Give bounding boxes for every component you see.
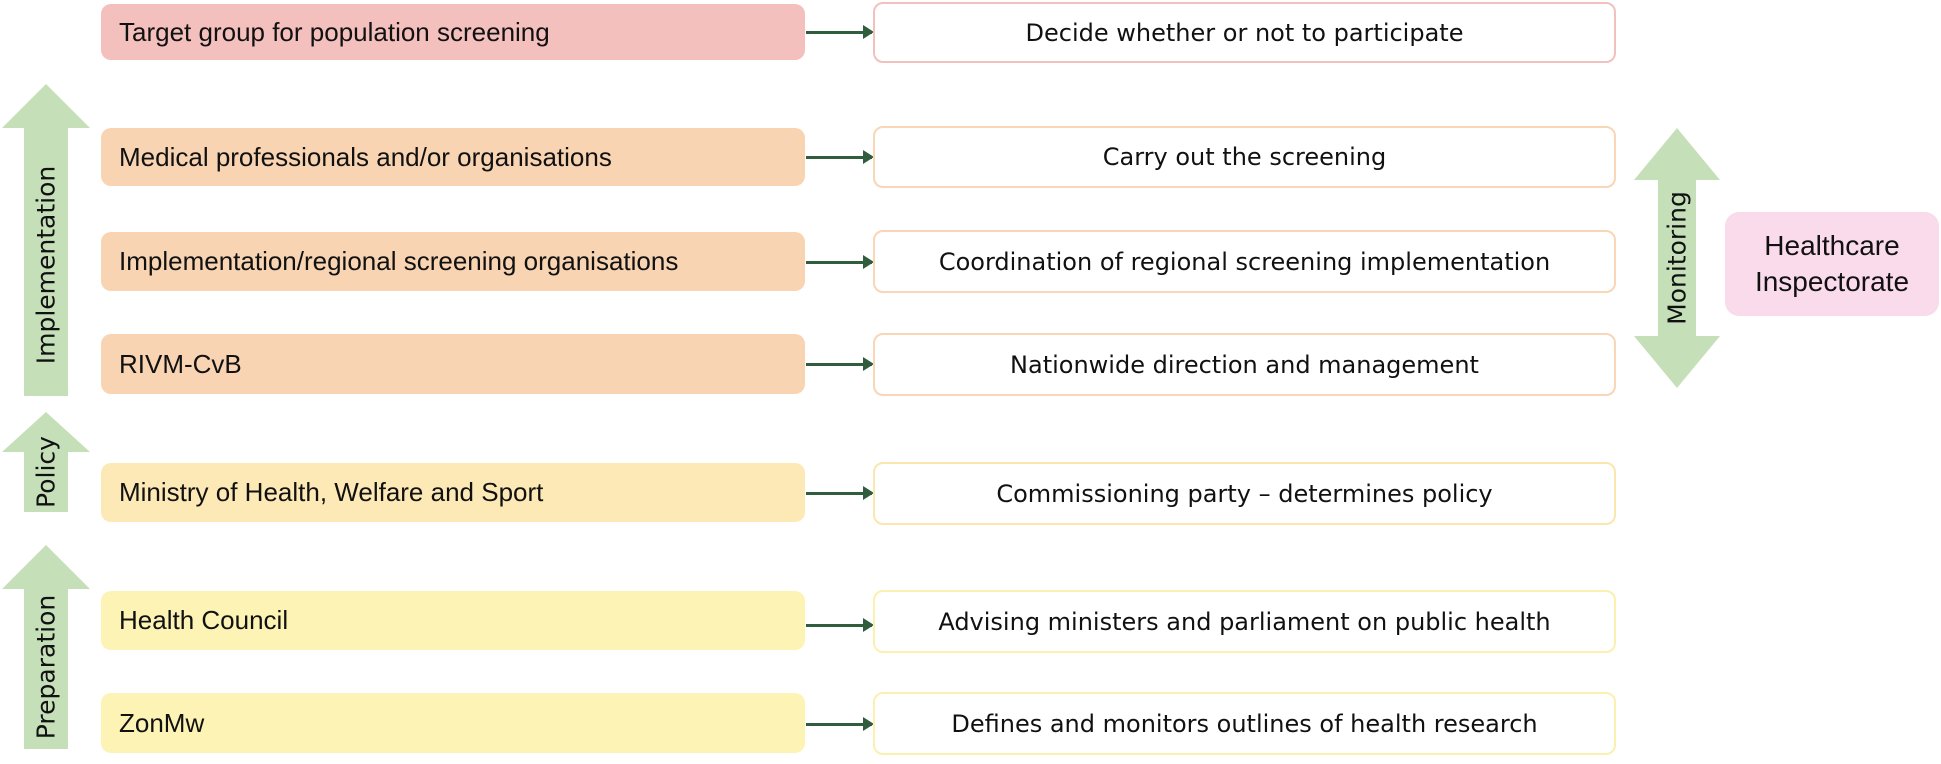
actor-label: Ministry of Health, Welfare and Sport	[119, 477, 544, 507]
actor-label: ZonMw	[119, 707, 205, 738]
preparation-phase-label: Preparation	[31, 595, 61, 740]
role-box: Carry out the screening	[873, 126, 1616, 188]
role-box: Defines and monitors outlines of health …	[873, 692, 1616, 755]
actor-box-medical-professionals: Medical professionals and/or organisatio…	[101, 128, 805, 186]
inspectorate-line2: Inspectorate	[1754, 266, 1910, 297]
role-box: Decide whether or not to participate	[873, 2, 1616, 63]
actor-box-regional-organisations: Implementation/regional screening organi…	[101, 232, 805, 291]
role-box: Commissioning party – determines policy	[873, 462, 1616, 525]
actor-label: RIVM-CvB	[119, 348, 242, 379]
actor-box-zonmw: ZonMw	[101, 693, 805, 753]
healthcare-inspectorate-box: Healthcare Inspectorate	[1725, 212, 1939, 316]
role-label: Defines and monitors outlines of health …	[951, 709, 1538, 738]
policy-phase-label: Policy	[31, 436, 61, 508]
role-label: Coordination of regional screening imple…	[938, 247, 1551, 276]
role-label: Nationwide direction and management	[1010, 350, 1479, 379]
preparation-phase-arrow: Preparation	[2, 545, 90, 749]
connector-arrow	[806, 25, 874, 39]
connector-arrow	[806, 255, 874, 269]
monitoring-double-arrow: Monitoring	[1634, 128, 1720, 388]
role-label: Decide whether or not to participate	[1025, 18, 1464, 47]
connector-arrow	[806, 150, 874, 164]
actor-label: Medical professionals and/or organisatio…	[119, 141, 612, 172]
actor-box-ministry: Ministry of Health, Welfare and Sport	[101, 463, 805, 522]
actor-label: Target group for population screening	[119, 16, 550, 47]
role-box: Coordination of regional screening imple…	[873, 230, 1616, 293]
implementation-phase-label: Implementation	[31, 165, 61, 365]
actor-box-rivm: RIVM-CvB	[101, 334, 805, 394]
actor-label: Health Council	[119, 605, 289, 635]
monitoring-label: Monitoring	[1662, 191, 1692, 325]
role-label: Advising ministers and parliament on pub…	[938, 607, 1551, 636]
actor-label: Implementation/regional screening organi…	[119, 246, 679, 276]
connector-arrow	[806, 618, 874, 632]
actor-box-target-group: Target group for population screening	[101, 4, 805, 60]
role-label: Carry out the screening	[1102, 143, 1387, 171]
connector-arrow	[806, 357, 874, 371]
connector-arrow	[806, 486, 874, 500]
policy-phase-arrow: Policy	[2, 412, 90, 512]
inspectorate-line1: Healthcare	[1764, 229, 1900, 261]
role-box: Nationwide direction and management	[873, 333, 1616, 396]
implementation-phase-arrow: Implementation	[2, 84, 90, 396]
role-label: Commissioning party – determines policy	[996, 479, 1493, 508]
connector-arrow	[806, 717, 874, 731]
actor-box-health-council: Health Council	[101, 591, 805, 650]
role-box: Advising ministers and parliament on pub…	[873, 590, 1616, 653]
